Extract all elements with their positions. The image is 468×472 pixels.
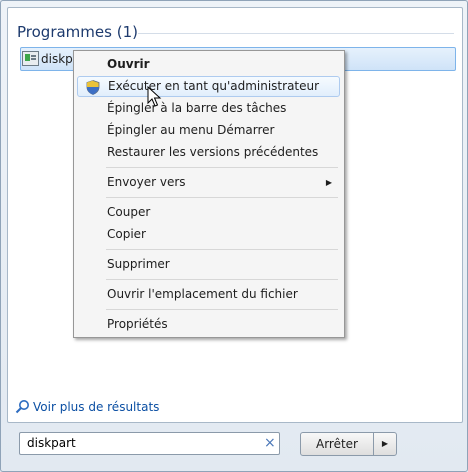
menu-item-pin-start[interactable]: Épingler au menu Démarrer bbox=[77, 120, 340, 141]
menu-item-open-location[interactable]: Ouvrir l'emplacement du fichier bbox=[77, 284, 340, 305]
menu-item-label: Épingler au menu Démarrer bbox=[107, 123, 275, 137]
submenu-arrow-icon: ▶ bbox=[325, 178, 332, 187]
chevron-right-icon: ▶ bbox=[381, 439, 389, 448]
search-icon bbox=[15, 400, 29, 414]
menu-item-delete[interactable]: Supprimer bbox=[77, 254, 340, 275]
menu-item-label: Supprimer bbox=[107, 257, 170, 271]
menu-separator bbox=[106, 197, 338, 198]
menu-item-label: Envoyer vers bbox=[107, 175, 186, 189]
menu-separator bbox=[106, 279, 338, 280]
menu-item-label: Copier bbox=[107, 227, 146, 241]
clear-search-icon[interactable]: × bbox=[264, 435, 276, 451]
mouse-cursor-icon bbox=[147, 86, 162, 107]
menu-separator bbox=[106, 309, 338, 310]
menu-item-label: Restaurer les versions précédentes bbox=[107, 145, 319, 159]
section-title: Programmes (1) bbox=[17, 23, 138, 41]
search-input-value: diskpart bbox=[27, 436, 76, 450]
menu-separator bbox=[106, 167, 338, 168]
menu-item-run-as-admin[interactable]: Exécuter en tant qu'administrateur bbox=[77, 76, 340, 97]
result-item-label: diskp bbox=[41, 52, 73, 66]
more-results-label: Voir plus de résultats bbox=[33, 400, 160, 414]
menu-item-label: Ouvrir l'emplacement du fichier bbox=[107, 287, 298, 301]
menu-item-properties[interactable]: Propriétés bbox=[77, 314, 340, 335]
more-results-link[interactable]: Voir plus de résultats bbox=[15, 399, 159, 414]
context-menu: Ouvrir Exécuter en tant qu'administrateu… bbox=[73, 50, 345, 338]
menu-item-cut[interactable]: Couper bbox=[77, 202, 340, 223]
menu-item-label: Propriétés bbox=[107, 317, 168, 331]
menu-item-send-to[interactable]: Envoyer vers ▶ bbox=[77, 172, 340, 193]
menu-separator bbox=[106, 249, 338, 250]
shutdown-options-button[interactable]: ▶ bbox=[374, 433, 396, 455]
menu-item-open[interactable]: Ouvrir bbox=[77, 54, 340, 75]
menu-item-restore-versions[interactable]: Restaurer les versions précédentes bbox=[77, 142, 340, 163]
menu-item-copy[interactable]: Copier bbox=[77, 224, 340, 245]
menu-item-label: Couper bbox=[107, 205, 151, 219]
menu-item-pin-taskbar[interactable]: Épingler à la barre des tâches bbox=[77, 98, 340, 119]
menu-item-label: Ouvrir bbox=[107, 57, 150, 71]
search-input[interactable]: diskpart × bbox=[19, 432, 280, 455]
console-app-icon bbox=[22, 51, 39, 66]
menu-item-label: Épingler à la barre des tâches bbox=[107, 101, 287, 115]
uac-shield-icon bbox=[86, 80, 100, 95]
stop-button-group: Arrêter ▶ bbox=[300, 432, 397, 456]
menu-item-label: Exécuter en tant qu'administrateur bbox=[108, 79, 320, 93]
section-divider bbox=[138, 33, 454, 34]
stop-button[interactable]: Arrêter bbox=[301, 433, 374, 455]
